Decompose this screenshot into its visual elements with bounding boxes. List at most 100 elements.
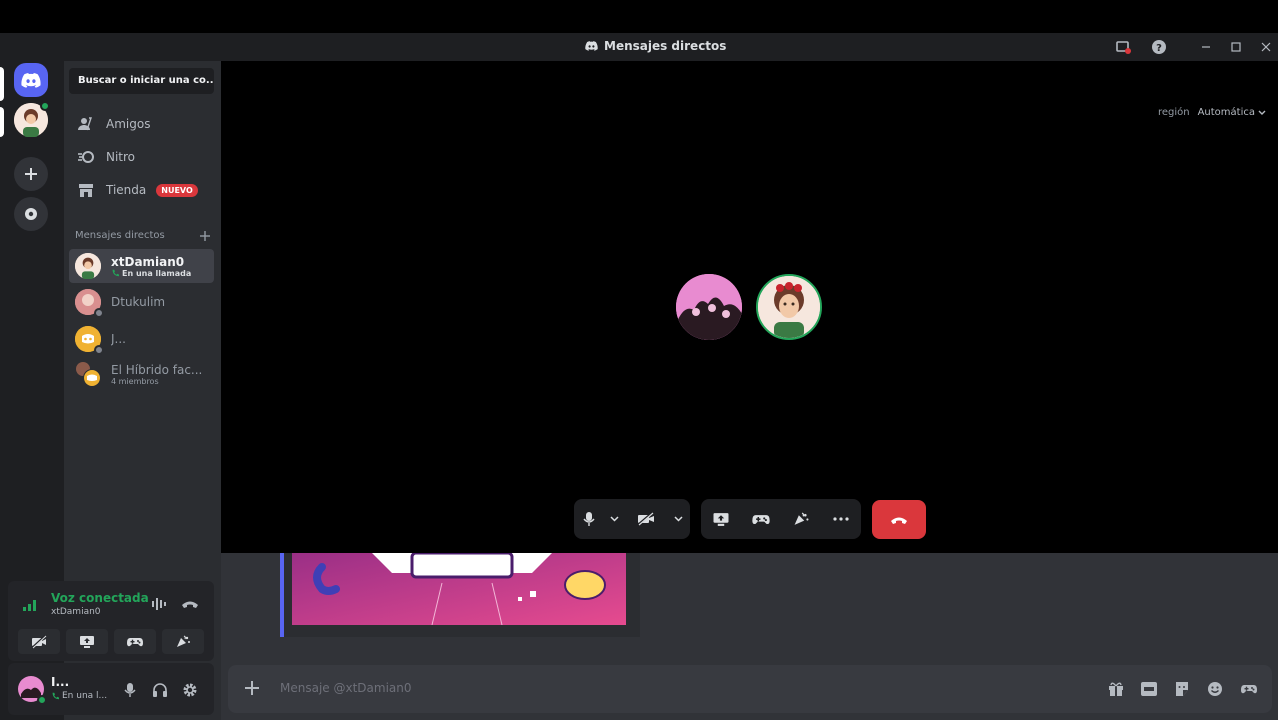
plus-icon (25, 168, 37, 180)
participant-user[interactable] (676, 274, 742, 340)
dm-sub: En una llamada (111, 269, 211, 278)
camera-off-icon (31, 634, 47, 649)
nav-shop[interactable]: Tienda NUEVO (69, 175, 214, 205)
home-button[interactable] (14, 63, 48, 97)
inbox-icon (1116, 41, 1131, 54)
discord-dm-icon (585, 41, 598, 51)
close-button[interactable] (1256, 38, 1276, 56)
message-composer: Mensaje @xtDamian0 (228, 665, 1272, 713)
settings-button[interactable] (180, 680, 200, 700)
chevron-down-icon (609, 516, 619, 522)
friends-icon (75, 117, 97, 131)
mic-options-button[interactable] (604, 499, 624, 539)
maximize-button[interactable] (1226, 38, 1246, 56)
hangup-icon (891, 517, 907, 524)
window-title-text: Mensajes directos (604, 39, 727, 53)
gift-button[interactable] (1106, 679, 1126, 699)
gear-icon (183, 683, 197, 697)
screen-share-icon (80, 635, 94, 648)
hangup-button[interactable] (872, 500, 926, 539)
mic-button[interactable] (574, 499, 604, 539)
gif-icon (1141, 682, 1157, 696)
region-value[interactable]: Automática (1198, 107, 1266, 118)
discover-button[interactable] (14, 197, 48, 231)
create-dm-icon[interactable] (200, 230, 210, 241)
user-panel: I... En una l... (8, 663, 214, 715)
voice-channel-name[interactable]: xtDamian0 (51, 607, 101, 617)
chevron-down-icon (673, 516, 683, 522)
noise-suppression-button[interactable] (151, 597, 169, 611)
sticker-icon (1176, 682, 1188, 696)
more-options-button[interactable] (821, 499, 861, 539)
inbox-button[interactable] (1113, 38, 1133, 56)
nav-nitro[interactable]: Nitro (69, 142, 214, 172)
participant-xtdamian0[interactable] (756, 274, 822, 340)
nitro-icon (75, 151, 97, 163)
soundboard-button[interactable] (162, 629, 204, 654)
phone-icon (112, 269, 119, 277)
gif-button[interactable] (1139, 679, 1159, 699)
gif-embed[interactable] (280, 553, 640, 637)
soundboard-button[interactable] (781, 499, 821, 539)
user-avatar[interactable] (18, 676, 47, 705)
hangup-icon (182, 601, 198, 608)
dm-item-group[interactable]: El Híbrido fac... 4 miembros (69, 357, 214, 391)
activities-button[interactable] (114, 629, 156, 654)
search-input[interactable]: Buscar o iniciar una co... (69, 68, 214, 94)
microphone-icon (583, 512, 595, 526)
user-name: I... (51, 675, 70, 689)
soundwave-icon (152, 598, 166, 610)
call-illustration-image (292, 553, 626, 625)
camera-button[interactable] (624, 499, 668, 539)
dm-sub-text: 4 miembros (111, 376, 159, 386)
activities-button[interactable] (741, 499, 781, 539)
soundboard-icon (794, 511, 809, 525)
message-input[interactable]: Mensaje @xtDamian0 (280, 681, 412, 695)
avatar (75, 326, 104, 355)
sticker-button[interactable] (1172, 679, 1192, 699)
compass-icon (25, 208, 37, 220)
plus-circle-icon (245, 681, 259, 695)
attach-button[interactable] (242, 678, 262, 698)
dm-name: J... (111, 332, 126, 346)
screenshare-button[interactable] (701, 499, 741, 539)
mute-button[interactable] (120, 680, 140, 700)
screenshare-button[interactable] (66, 629, 108, 654)
offline-status-dot (94, 308, 104, 318)
camera-off-icon (637, 512, 654, 526)
dm-sub-text: En una llamada (122, 268, 192, 278)
phone-icon (52, 692, 59, 700)
voice-connected-title[interactable]: Voz conectada (51, 591, 149, 605)
emoji-button[interactable] (1205, 679, 1225, 699)
avatar-xtdamian-icon (75, 253, 101, 279)
apps-button[interactable] (1239, 679, 1259, 699)
dm-item-xtdamian0[interactable]: xtDamian0 En una llamada (69, 249, 214, 283)
dm-item-j[interactable]: J... (69, 322, 214, 356)
nav-nitro-label: Nitro (106, 150, 136, 164)
dm-name: xtDamian0 (111, 254, 185, 269)
chevron-down-icon (1258, 110, 1266, 115)
minimize-icon (1202, 46, 1210, 48)
nav-friends[interactable]: Amigos (69, 109, 214, 139)
disconnect-button[interactable] (181, 599, 199, 609)
help-button[interactable]: ? (1149, 38, 1169, 56)
unread-pill (0, 107, 4, 137)
screen-share-icon (713, 512, 729, 526)
camera-options-button[interactable] (668, 499, 688, 539)
selected-pill (0, 67, 4, 101)
deafen-button[interactable] (150, 680, 170, 700)
gamepad-icon (752, 514, 770, 524)
camera-toggle-button[interactable] (18, 629, 60, 654)
discord-logo-icon (21, 72, 41, 88)
title-bar: Mensajes directos ? (0, 33, 1278, 61)
region-selector[interactable]: región Automática (1158, 107, 1266, 118)
dm-avatar-server[interactable] (14, 101, 50, 137)
dm-header: Mensajes directos (75, 230, 210, 241)
minimize-button[interactable] (1196, 38, 1216, 56)
avatar-user-icon (676, 274, 742, 340)
add-server-button[interactable] (14, 157, 48, 191)
dm-item-dtukulim[interactable]: Dtukulim (69, 285, 214, 319)
group-avatar (75, 361, 101, 387)
call-status-dot (40, 101, 50, 111)
user-status: En una l... (51, 691, 107, 701)
